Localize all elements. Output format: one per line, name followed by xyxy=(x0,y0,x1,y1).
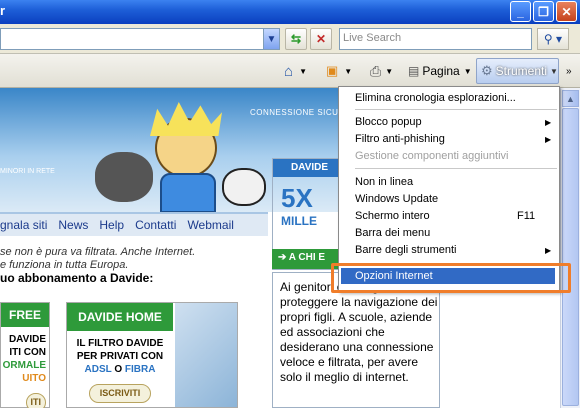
search-button[interactable]: ⚲ ▾ xyxy=(537,28,569,50)
free-box-head: FREE xyxy=(1,303,49,327)
menu-item-label: Blocco popup xyxy=(355,116,422,128)
menu-item-phishing-filter[interactable]: Filtro anti-phishing ▶ xyxy=(355,131,551,147)
scroll-up-icon[interactable]: ▲ xyxy=(562,90,579,107)
fibra-label: FIBRA xyxy=(124,364,156,375)
o-label: O xyxy=(114,364,123,375)
home-line: PER PRIVATI CON xyxy=(76,351,164,362)
side-text: Ai genitori che vogliono proteggere la n… xyxy=(280,280,438,384)
tools-menu-button[interactable]: ⚙ Strumenti ▼ xyxy=(476,58,559,84)
command-bar: ⌂ ▼ ▣ ▼ ⎙ ▼ ▤ Pagina ▼ ⚙ Strumenti ▼ » xyxy=(0,54,580,88)
minimize-button[interactable]: _ xyxy=(510,1,531,22)
page-label: Pagina xyxy=(422,64,460,78)
free-subscribe-button[interactable]: ITI xyxy=(25,393,46,408)
home-box: DAVIDE HOME IL FILTRO DAVIDE PER PRIVATI… xyxy=(66,302,238,408)
menu-item-label: Windows Update xyxy=(355,193,439,205)
menu-item-label: Schermo intero xyxy=(355,210,430,222)
nav-webmail[interactable]: Webmail xyxy=(187,218,233,232)
menu-item-manage-addons: Gestione componenti aggiuntivi xyxy=(355,148,508,164)
address-dropdown-icon[interactable]: ▼ xyxy=(263,28,280,50)
menu-item-fullscreen[interactable]: Schermo intero F11 xyxy=(355,208,535,224)
family-photo xyxy=(175,303,237,407)
home-line-adsl: ADSL O FIBRA xyxy=(67,363,173,376)
menu-item-shortcut: F11 xyxy=(517,210,536,222)
menu-item-label: Barra dei menu xyxy=(355,227,431,239)
adsl-label: ADSL xyxy=(84,364,112,375)
vertical-scrollbar[interactable]: ▲ xyxy=(560,88,580,408)
page-icon: ▤ xyxy=(408,64,420,78)
free-line: ORMALE xyxy=(2,360,46,371)
free-line: ITI CON xyxy=(9,347,46,358)
nav-contatti[interactable]: Contatti xyxy=(135,218,176,232)
nav-news[interactable]: News xyxy=(58,218,88,232)
nav-segnala-siti[interactable]: gnala siti xyxy=(0,218,47,232)
address-toolbar: ▼ ⇆ ✕ Live Search ⚲ ▾ xyxy=(0,24,580,54)
menu-item-menu-bar[interactable]: Barra dei menu xyxy=(355,225,430,241)
close-button[interactable]: ✕ xyxy=(556,1,577,22)
selection-highlight-box xyxy=(331,263,571,293)
home-icon[interactable]: ⌂ ▼ xyxy=(284,60,307,82)
menu-item-windows-update[interactable]: Windows Update xyxy=(355,191,438,207)
refresh-icon[interactable]: ⇆ xyxy=(285,28,307,50)
free-box-body: DAVIDE ITI CON ORMALE UITO ITI xyxy=(1,333,49,408)
intro-line-3: uo abbonamento a Davide: xyxy=(0,271,154,285)
tools-label: Strumenti xyxy=(495,64,548,78)
free-box: FREE DAVIDE ITI CON ORMALE UITO ITI xyxy=(0,302,50,408)
menu-separator xyxy=(355,109,557,110)
maximize-button[interactable]: ❐ xyxy=(533,1,554,22)
print-icon[interactable]: ⎙ ▼ xyxy=(370,60,393,82)
menu-separator xyxy=(355,168,557,169)
menu-item-label: Barre degli strumenti xyxy=(355,244,457,256)
intro-line-2: e funziona in tutta Europa. xyxy=(0,259,129,271)
menu-item-label: Non in linea xyxy=(355,176,414,188)
menu-item-delete-history[interactable]: Elimina cronologia esplorazioni... xyxy=(355,90,516,106)
menu-item-popup-blocker[interactable]: Blocco popup ▶ xyxy=(355,114,551,130)
window-title: r xyxy=(0,3,6,18)
intro-text: se non è pura va filtrata. Anche Interne… xyxy=(0,246,268,285)
menu-item-toolbars[interactable]: Barre degli strumenti ▶ xyxy=(355,242,551,258)
menu-item-offline[interactable]: Non in linea xyxy=(355,174,413,190)
mascot-hair xyxy=(150,102,222,136)
search-icon: ⚲ ▾ xyxy=(543,32,563,46)
sheep-illustration xyxy=(95,152,153,202)
gear-icon: ⚙ xyxy=(481,63,493,78)
dog-illustration xyxy=(222,168,266,206)
intro-line-1: se non è pura va filtrata. Anche Interne… xyxy=(0,246,196,258)
feeds-icon[interactable]: ▣ ▼ xyxy=(326,60,352,82)
banner-minori-text: MINORI IN RETE xyxy=(0,168,55,175)
stop-icon[interactable]: ✕ xyxy=(310,28,332,50)
submenu-arrow-icon: ▶ xyxy=(545,134,552,144)
menu-item-label: Gestione componenti aggiuntivi xyxy=(355,150,509,162)
submenu-arrow-icon: ▶ xyxy=(545,245,552,255)
chevron-right-icon[interactable]: » xyxy=(566,60,572,82)
menu-item-label: Elimina cronologia esplorazioni... xyxy=(355,92,516,104)
menu-item-label: Filtro anti-phishing xyxy=(355,133,445,145)
free-line: DAVIDE xyxy=(8,334,46,345)
search-input[interactable]: Live Search xyxy=(339,28,532,50)
banner-connection-text: CONNESSIONE SICU xyxy=(250,108,339,117)
free-line: UITO xyxy=(22,373,46,384)
home-line: IL FILTRO DAVIDE xyxy=(76,338,164,349)
scroll-thumb[interactable] xyxy=(562,108,579,406)
tools-menu: Elimina cronologia esplorazioni... Blocc… xyxy=(338,86,560,292)
address-input[interactable] xyxy=(0,28,264,50)
home-box-head: DAVIDE HOME xyxy=(67,303,173,331)
home-subscribe-button[interactable]: ISCRIVITI xyxy=(88,384,152,403)
page-menu-button[interactable]: ▤ Pagina ▼ xyxy=(408,60,472,82)
home-box-body: IL FILTRO DAVIDE PER PRIVATI CON ADSL O … xyxy=(67,337,173,403)
title-bar: r _ ❐ ✕ xyxy=(0,0,580,24)
site-nav: gnala siti News Help Contatti Webmail xyxy=(0,212,268,236)
nav-help[interactable]: Help xyxy=(99,218,124,232)
mascot-body xyxy=(160,173,216,213)
submenu-arrow-icon: ▶ xyxy=(545,117,552,127)
